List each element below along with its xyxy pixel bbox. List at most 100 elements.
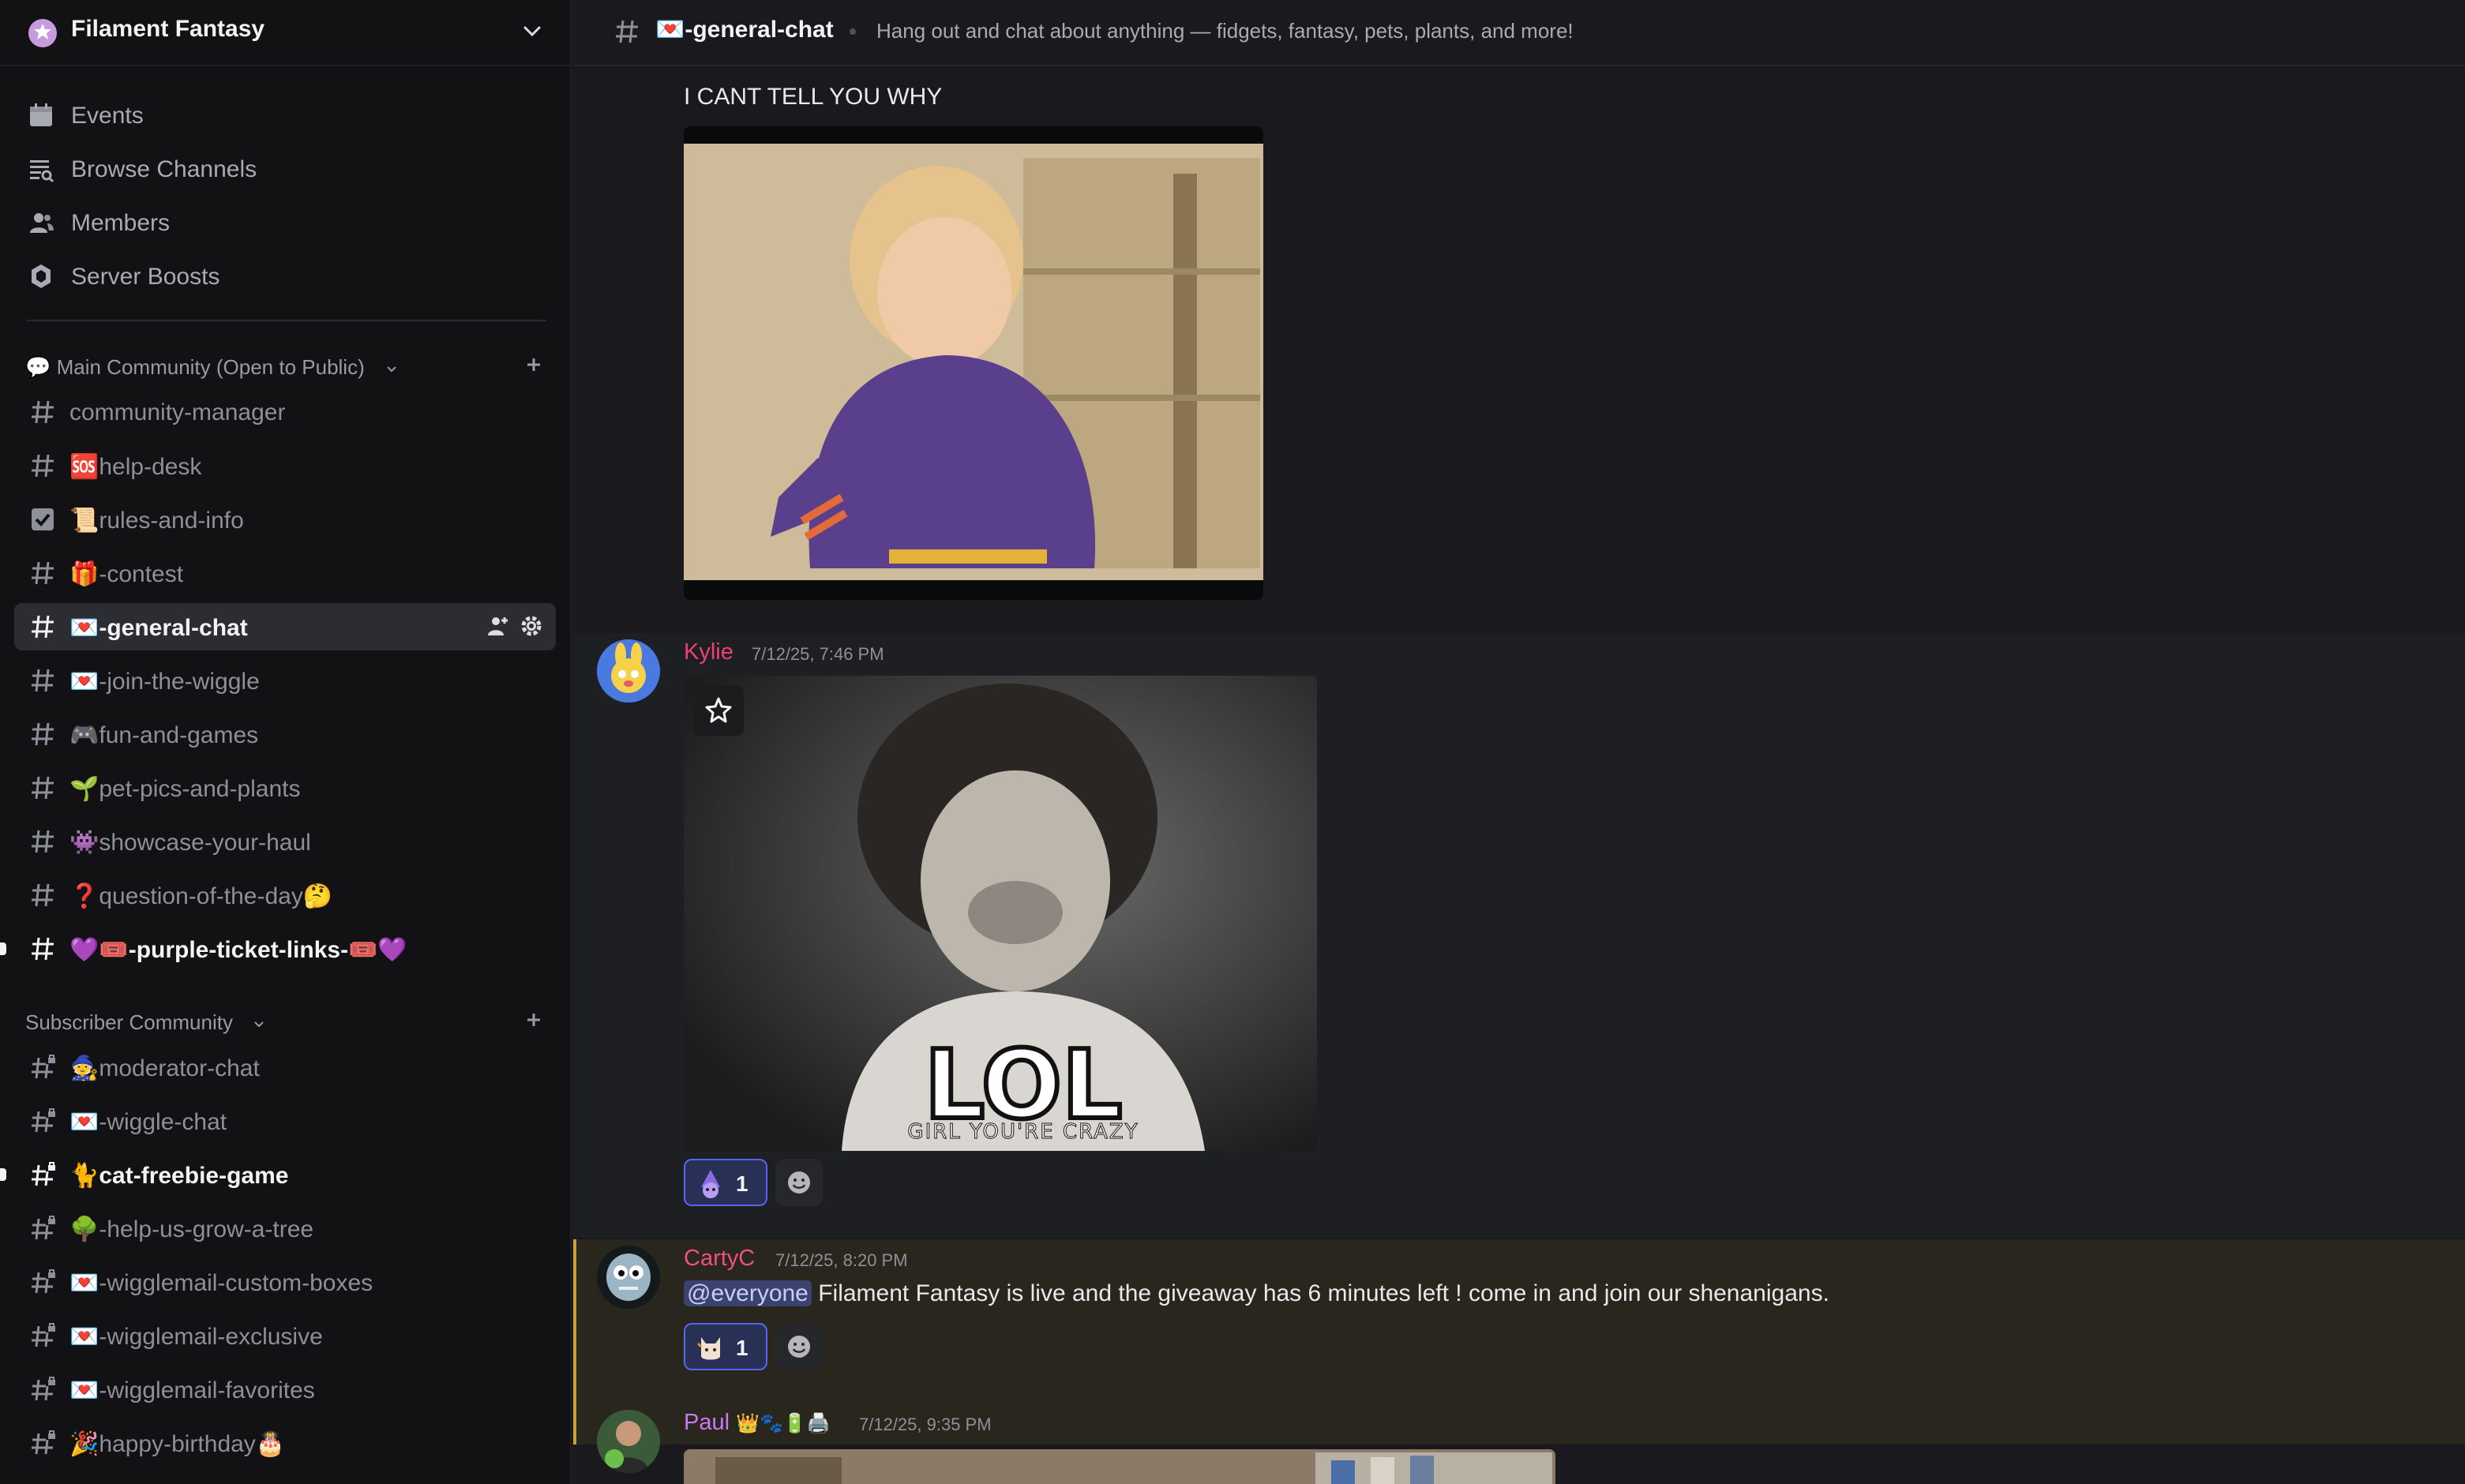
gear-icon[interactable] [518, 613, 545, 639]
message-list[interactable]: I CANT TELL YOU WHY Kylie 7/12/25, 7:46 … [573, 68, 2465, 1484]
hash-icon [616, 20, 638, 43]
category-label: 💬 Main Community (Open to Public) [25, 355, 365, 379]
channel-label: 🆘help-desk [69, 454, 202, 480]
add-channel-icon[interactable] [521, 1007, 546, 1032]
hash-icon [32, 722, 54, 746]
channel-label: community-manager [69, 399, 286, 425]
channel-fun-and-games[interactable]: 🎮fun-and-games [14, 710, 556, 758]
locked-hash-icon [32, 1377, 55, 1401]
channel-label: 💌-join-the-wiggle [69, 669, 260, 695]
bunny-avatar-image [597, 639, 660, 703]
channel-community-manager[interactable]: community-manager [14, 388, 556, 436]
add-reaction-button[interactable] [775, 1159, 823, 1206]
hash-icon [32, 561, 54, 585]
channel-purple-ticket-links[interactable]: 💜🎟️-purple-ticket-links-🎟️💜 [0, 925, 556, 972]
channel-rules-and-info[interactable]: 📜rules-and-info [14, 496, 556, 543]
nav-members[interactable]: Members [13, 197, 557, 248]
author-name[interactable]: Paul [684, 1410, 730, 1435]
add-reaction-button[interactable] [775, 1323, 823, 1370]
chevron-down-icon [387, 366, 396, 373]
wizard-emoji-icon [701, 1170, 720, 1198]
message-timestamp: 7/12/25, 9:35 PM [859, 1415, 992, 1434]
hash-icon [32, 937, 54, 961]
nav-server-boosts[interactable]: Server Boosts [13, 251, 557, 302]
avatar[interactable] [597, 1410, 660, 1473]
channel-label: ❓question-of-the-day🤔 [69, 883, 333, 909]
locked-hash-icon [32, 1430, 55, 1455]
channel-wiggle-chat[interactable]: 💌-wiggle-chat [14, 1097, 556, 1145]
channel-label: 🧙moderator-chat [69, 1055, 260, 1081]
add-channel-icon[interactable] [521, 352, 546, 377]
author-name[interactable]: CartyC [684, 1246, 755, 1271]
message-text: Filament Fantasy is live and the giveawa… [818, 1280, 1829, 1306]
browse-channels-icon [30, 160, 54, 183]
channel-label: 💌-wigglemail-exclusive [69, 1324, 323, 1350]
nav-events[interactable]: Events [13, 90, 557, 141]
reaction-chip[interactable]: 1 [684, 1159, 767, 1206]
chevron-down-icon[interactable] [518, 17, 546, 46]
message-author[interactable]: CartyC [684, 1246, 755, 1272]
unread-indicator [0, 942, 6, 955]
channel-label: 💌-wigglemail-favorites [69, 1377, 315, 1403]
nav-label: Browse Channels [71, 156, 257, 182]
server-icon [28, 19, 57, 47]
nav-browse-channels[interactable]: Browse Channels [13, 144, 557, 194]
channel-label: 💌-wiggle-chat [69, 1109, 227, 1135]
avatar[interactable] [597, 1246, 660, 1309]
channel-wigglemail-custom-boxes[interactable]: 💌-wigglemail-custom-boxes [14, 1258, 556, 1306]
message-text: I CANT TELL YOU WHY [684, 84, 943, 110]
channel-showcase-your-haul[interactable]: 👾showcase-your-haul [14, 818, 556, 865]
channel-label: 🎁-contest [69, 561, 184, 587]
channel-pet-pics-and-plants[interactable]: 🌱pet-pics-and-plants [14, 764, 556, 811]
everyone-mention[interactable]: @everyone [684, 1280, 812, 1306]
channel-question-of-the-day[interactable]: ❓question-of-the-day🤔 [14, 871, 556, 919]
avatar[interactable] [597, 639, 660, 703]
nav-label: Members [71, 210, 171, 236]
channel-cat-freebie-game[interactable]: 🐈cat-freebie-game [0, 1151, 556, 1198]
gif-attachment[interactable]: LOL GIRL YOU'RE CRAZY [684, 676, 1317, 1151]
channel-sidebar: Filament Fantasy Events Browse Channels … [0, 0, 572, 1484]
channel-help-us-grow-a-tree[interactable]: 🌳-help-us-grow-a-tree [14, 1205, 556, 1252]
channel-join-the-wiggle[interactable]: 💌-join-the-wiggle [14, 657, 556, 704]
creature-avatar-image [597, 1246, 660, 1309]
channel-moderator-chat[interactable]: 🧙moderator-chat [14, 1044, 556, 1091]
image-attachment[interactable] [684, 1449, 1555, 1484]
photo-preview-image [684, 1449, 1555, 1484]
hash-icon [32, 830, 54, 853]
calendar-icon [30, 103, 52, 126]
smile-icon [788, 1336, 810, 1358]
locked-hash-icon [32, 1162, 55, 1186]
gif-attachment[interactable] [684, 126, 1263, 600]
message-author[interactable]: Kylie [684, 639, 733, 665]
channel-label: 👾showcase-your-haul [69, 830, 311, 856]
server-header[interactable]: Filament Fantasy [0, 0, 572, 66]
channel-happy-birthday[interactable]: 🎉happy-birthday🎂 [14, 1419, 556, 1467]
category-main-community[interactable]: 💬 Main Community (Open to Public) [25, 350, 546, 382]
channel-label: 🌳-help-us-grow-a-tree [69, 1216, 314, 1242]
channel-wigglemail-exclusive[interactable]: 💌-wigglemail-exclusive [14, 1312, 556, 1359]
favorite-gif-button[interactable] [693, 685, 744, 736]
channel-help-desk[interactable]: 🆘help-desk [14, 442, 556, 489]
rules-checkbox-icon [32, 508, 54, 530]
channel-label: 🎉happy-birthday🎂 [69, 1431, 286, 1457]
gif-child-dancing-image [684, 144, 1263, 600]
category-subscriber-community[interactable]: Subscriber Community [25, 1006, 546, 1037]
message-author[interactable]: Paul 👑🐾🔋🖨️ [684, 1410, 831, 1436]
invite-icon[interactable] [483, 613, 510, 639]
author-name[interactable]: Kylie [684, 639, 733, 665]
channel-topic[interactable]: Hang out and chat about anything — fidge… [876, 19, 1574, 43]
channel-label: 🎮fun-and-games [69, 722, 259, 748]
hash-icon [32, 776, 54, 800]
reaction-chip[interactable]: 1 [684, 1323, 767, 1370]
locked-hash-icon [32, 1216, 55, 1240]
channel-label: 🌱pet-pics-and-plants [69, 776, 301, 802]
channel-general-chat[interactable]: 💌-general-chat [14, 603, 556, 650]
unread-indicator [0, 1168, 6, 1181]
boost-icon [32, 264, 51, 288]
channel-wigglemail-favorites[interactable]: 💌-wigglemail-favorites [14, 1366, 556, 1413]
hash-icon [32, 883, 54, 907]
category-label: Subscriber Community [25, 1010, 233, 1034]
members-icon [30, 213, 54, 233]
gif-subcaption: GIRL YOU'RE CRAZY [907, 1120, 1139, 1144]
channel-contest[interactable]: 🎁-contest [14, 549, 556, 597]
